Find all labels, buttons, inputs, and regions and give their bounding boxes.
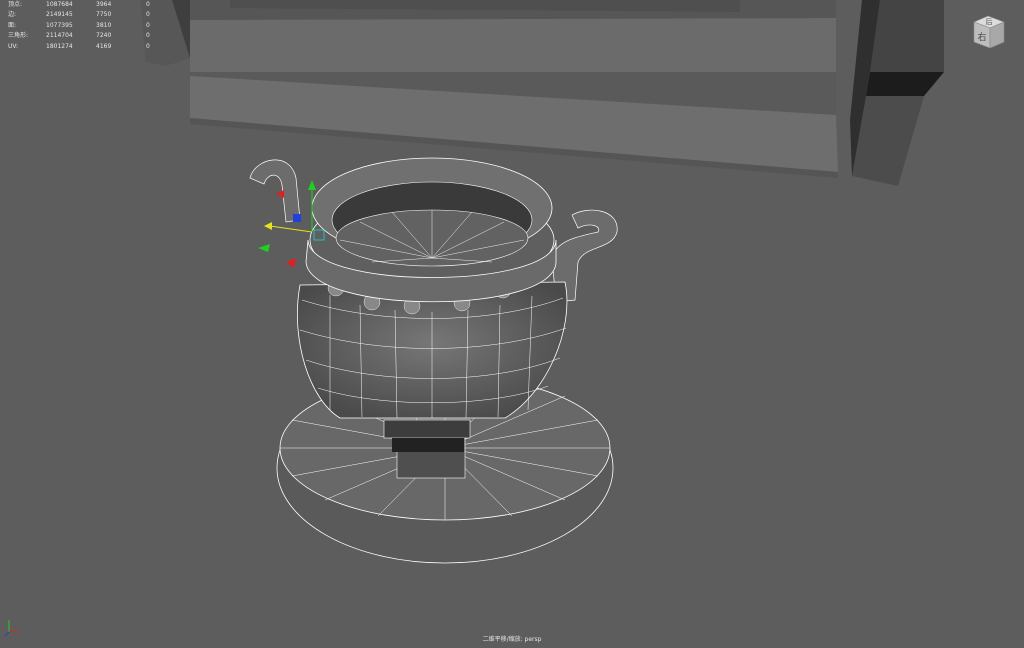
hud-value: 0 — [146, 42, 150, 50]
view-cube-icon[interactable]: 后 右 — [968, 12, 1010, 54]
pot-handle-left[interactable] — [249, 159, 301, 223]
hud-label: UV: — [8, 42, 19, 50]
pot-stem[interactable] — [383, 419, 471, 479]
camera-name-label: 二维平移/缩放: persp — [482, 636, 542, 643]
hud-value: 1077395 — [46, 21, 73, 29]
right-column[interactable] — [850, 0, 944, 186]
hud-row-edges: 边: 2149145 7750 0 — [8, 10, 168, 20]
hud-row-uvs: UV: 1801274 4169 0 — [8, 42, 168, 52]
hud-label: 三角形: — [8, 32, 29, 40]
pot-rim[interactable] — [305, 157, 557, 303]
hud-value: 0 — [146, 21, 150, 29]
hud-label: 边: — [8, 11, 17, 19]
hud-value: 4169 — [96, 42, 112, 50]
hud-value: 0 — [146, 11, 150, 19]
hud-row-vertices: 顶点: 1087684 3964 0 — [8, 0, 168, 10]
scene-canvas[interactable] — [0, 0, 1024, 648]
hud-value: 0 — [146, 1, 150, 8]
hud-value: 2114704 — [46, 32, 73, 40]
view-cube-top-label[interactable]: 后 — [986, 17, 993, 26]
hud-label: 面: — [8, 21, 17, 29]
hud-value: 3964 — [96, 1, 112, 8]
hud-row-faces: 面: 1077395 3810 0 — [8, 21, 168, 31]
hud-row-triangles: 三角形: 2114704 7240 0 — [8, 31, 168, 41]
hud-value: 3810 — [96, 21, 112, 29]
hud-value: 0 — [146, 32, 150, 40]
3d-viewport[interactable]: 顶点: 1087684 3964 0 边: 2149145 7750 0 面: … — [0, 0, 1024, 648]
hud-label: 顶点: — [8, 1, 23, 8]
background-steps[interactable] — [190, 0, 838, 178]
hud-value: 1087684 — [46, 1, 73, 8]
hud-value: 7240 — [96, 32, 112, 40]
heads-up-display: 顶点: 1087684 3964 0 边: 2149145 7750 0 面: … — [8, 0, 168, 52]
view-cube-front-label[interactable]: 右 — [977, 31, 986, 43]
hud-value: 1801274 — [46, 42, 73, 50]
hud-value: 7750 — [96, 11, 112, 19]
hud-value: 2149145 — [46, 11, 73, 19]
